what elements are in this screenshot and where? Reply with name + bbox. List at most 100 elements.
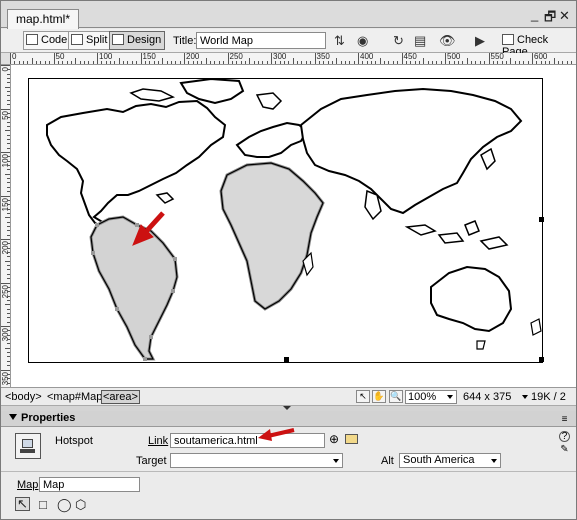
link-annotation-arrow bbox=[258, 428, 295, 441]
element-type-label: Hotspot bbox=[55, 435, 93, 447]
ruler-tick bbox=[7, 243, 10, 245]
ruler-tick bbox=[5, 217, 10, 219]
ruler-tick bbox=[7, 299, 10, 301]
view-options-icon[interactable]: ▤ bbox=[414, 33, 426, 49]
split-view-button[interactable]: Split bbox=[68, 31, 112, 50]
chevron-down-icon bbox=[447, 395, 453, 399]
pointer-hotspot-tool[interactable]: ↖ bbox=[15, 497, 30, 511]
ruler-tick bbox=[18, 61, 20, 64]
ruler-tick bbox=[7, 125, 10, 127]
visual-aids-icon[interactable]: 👁 bbox=[439, 33, 456, 49]
ruler-tick bbox=[466, 58, 468, 64]
ruler-tick bbox=[7, 278, 10, 280]
ruler-tick bbox=[7, 178, 10, 180]
target-select[interactable] bbox=[170, 453, 343, 468]
ruler-tick bbox=[7, 78, 10, 80]
ruler-tick bbox=[7, 165, 10, 167]
chevron-down-icon bbox=[491, 459, 497, 463]
ruler-tick bbox=[440, 61, 442, 64]
ruler-tick bbox=[549, 61, 551, 64]
preview-browser-icon[interactable]: ◉ bbox=[357, 33, 368, 49]
ruler-tick bbox=[453, 61, 455, 64]
ruler-tick bbox=[562, 61, 564, 64]
ruler-tick bbox=[340, 61, 342, 64]
zoom-select[interactable]: 100% bbox=[405, 390, 457, 404]
ruler-tick bbox=[397, 61, 399, 64]
rectangle-hotspot-tool[interactable]: □ bbox=[39, 497, 47, 512]
ruler-label: 400 bbox=[360, 53, 374, 61]
ruler-tick bbox=[7, 199, 10, 201]
ruler-label: 200 bbox=[186, 53, 200, 61]
ruler-tick bbox=[275, 61, 277, 64]
ruler-tick bbox=[427, 61, 429, 64]
tag-selector-map[interactable]: <map#Map> bbox=[47, 391, 109, 403]
ruler-tick bbox=[175, 61, 177, 64]
ruler-tick bbox=[214, 61, 216, 64]
zoom-tool-icon[interactable]: 🔍 bbox=[389, 390, 403, 403]
ruler-tick bbox=[1, 282, 10, 284]
ruler-tick bbox=[7, 191, 10, 193]
folder-icon[interactable] bbox=[345, 434, 358, 444]
ruler-tick bbox=[7, 95, 10, 97]
ruler-tick bbox=[7, 365, 10, 367]
panel-divider bbox=[1, 471, 576, 472]
title-input[interactable] bbox=[196, 32, 326, 49]
ruler-tick bbox=[571, 61, 573, 64]
ruler-tick bbox=[566, 61, 568, 64]
window-size[interactable]: 644 x 375 bbox=[463, 391, 511, 403]
point-to-file-icon[interactable]: ⊕ bbox=[329, 432, 339, 446]
ruler-tick bbox=[7, 138, 10, 140]
ruler-tick bbox=[88, 61, 90, 64]
tag-selector-body[interactable]: <body> bbox=[5, 391, 42, 403]
minimize-icon[interactable]: _ bbox=[531, 7, 538, 22]
ruler-tick bbox=[140, 53, 142, 64]
panel-menu-icon[interactable]: ≡ bbox=[559, 415, 570, 426]
validate-markup-icon[interactable]: ▶ bbox=[475, 33, 485, 49]
ruler-tick bbox=[197, 61, 199, 64]
ruler-tick bbox=[458, 61, 460, 64]
status-bar: <body> <map#Map> <area> ↖ ✋ 🔍 100% 644 x… bbox=[1, 387, 576, 415]
ruler-tick bbox=[83, 61, 85, 64]
ruler-tick bbox=[7, 330, 10, 332]
ruler-tick bbox=[514, 61, 516, 64]
ruler-tick bbox=[7, 356, 10, 358]
design-canvas[interactable] bbox=[11, 65, 576, 387]
ruler-label: 300 bbox=[273, 53, 287, 61]
alt-input[interactable]: South America bbox=[399, 453, 501, 468]
select-tool-icon[interactable]: ↖ bbox=[356, 390, 370, 403]
ruler-tick bbox=[331, 61, 333, 64]
ruler-tick bbox=[271, 53, 272, 64]
ruler-tick bbox=[66, 61, 68, 64]
south-america-hotspot bbox=[89, 215, 179, 361]
design-view-button[interactable]: Design bbox=[109, 31, 166, 50]
document-tab[interactable]: map.html* bbox=[7, 9, 80, 29]
quick-tag-editor-icon[interactable]: ✎ bbox=[559, 445, 570, 456]
europe-shape bbox=[235, 121, 309, 158]
ruler-tick bbox=[257, 61, 259, 64]
close-icon[interactable]: ✕ bbox=[559, 8, 570, 24]
ruler-tick bbox=[388, 61, 390, 64]
restore-icon[interactable]: 🗗 bbox=[544, 8, 556, 30]
code-view-button[interactable]: Code bbox=[23, 31, 72, 50]
ruler-tick bbox=[62, 61, 64, 64]
ruler-tick bbox=[7, 269, 10, 271]
ruler-tick bbox=[5, 260, 10, 262]
ruler-tick bbox=[7, 121, 10, 123]
tag-selector-area[interactable]: <area> bbox=[101, 390, 140, 404]
refresh-icon[interactable]: ↻ bbox=[393, 33, 404, 49]
ruler-tick bbox=[7, 143, 10, 145]
link-input[interactable] bbox=[170, 433, 325, 448]
ruler-tick bbox=[7, 360, 10, 362]
link-label: Link bbox=[148, 435, 169, 447]
polygon-hotspot-tool[interactable]: ⬡ bbox=[75, 497, 86, 513]
ruler-tick bbox=[7, 104, 10, 106]
help-icon[interactable]: ? bbox=[559, 431, 570, 442]
map-name-input[interactable] bbox=[39, 477, 140, 492]
properties-panel: Properties ≡ Hotspot Link ⊕ Target Alt S… bbox=[1, 411, 576, 519]
oval-hotspot-tool[interactable]: ◯ bbox=[57, 497, 72, 513]
file-management-icon[interactable]: ⇅ bbox=[334, 33, 345, 49]
hand-tool-icon[interactable]: ✋ bbox=[372, 390, 386, 403]
ruler-tick bbox=[7, 230, 10, 232]
collapse-arrow-icon bbox=[9, 414, 17, 420]
ruler-tick bbox=[349, 61, 351, 64]
